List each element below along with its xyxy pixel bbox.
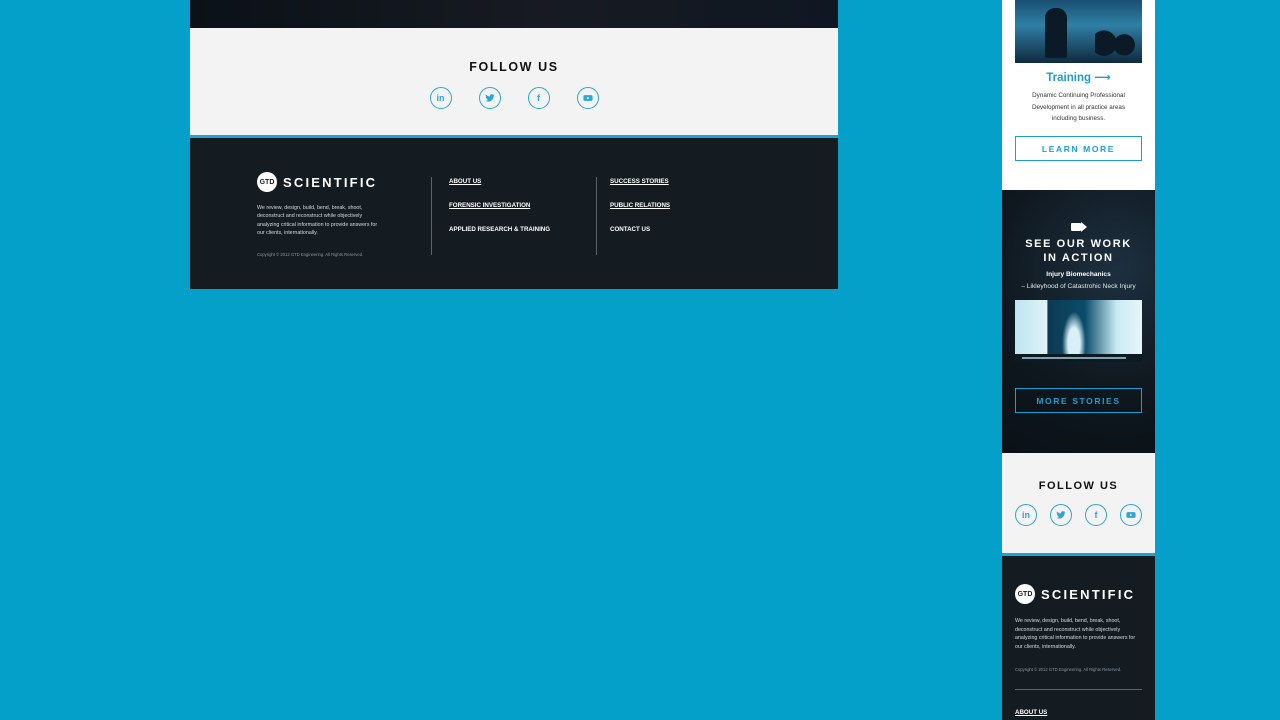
- logo-text: SCIENTIFIC: [1041, 586, 1136, 602]
- footer-link-forensic[interactable]: FORENSIC INVESTIGATION: [449, 202, 550, 209]
- more-stories-button[interactable]: MORE STORIES: [1015, 388, 1142, 413]
- training-title[interactable]: Training ⟶: [1002, 70, 1155, 84]
- divider: [1015, 689, 1142, 690]
- linkedin-icon[interactable]: in: [1015, 504, 1037, 526]
- site-footer: GTD SCIENTIFIC We review, design, build,…: [190, 138, 838, 289]
- youtube-icon[interactable]: [1120, 504, 1142, 526]
- social-icons: in f: [190, 87, 838, 109]
- training-card: Training ⟶ Dynamic Continuing Profession…: [1002, 0, 1155, 190]
- mobile-footer: GTD SCIENTIFIC We review, design, build,…: [1002, 556, 1155, 720]
- footer-link-about[interactable]: ABOUT US: [1015, 709, 1047, 716]
- linkedin-icon[interactable]: in: [429, 87, 452, 109]
- footer-link-applied-research[interactable]: APPLIED RESEARCH & TRAINING: [449, 226, 550, 233]
- footer-blurb: We review, design, build, bend, break, s…: [1015, 618, 1136, 650]
- copyright: Copyright © 2012 GTD Engineering. All Ri…: [257, 252, 364, 257]
- divider: [431, 177, 432, 255]
- footer-logo[interactable]: GTD SCIENTIFIC: [257, 172, 377, 192]
- twitter-icon[interactable]: [478, 87, 501, 109]
- video-camera-icon: [1071, 222, 1087, 232]
- footer-link-success[interactable]: SUCCESS STORIES: [610, 178, 670, 185]
- video-progress-bar[interactable]: [1015, 354, 1142, 362]
- follow-section: FOLLOW US in f: [190, 28, 838, 138]
- mobile-preview: Training ⟶ Dynamic Continuing Profession…: [1002, 0, 1155, 720]
- mobile-follow-section: FOLLOW US in f: [1002, 453, 1155, 556]
- footer-blurb: We review, design, build, bend, break, s…: [257, 205, 378, 237]
- training-image: [1015, 0, 1142, 63]
- follow-title: FOLLOW US: [469, 60, 559, 74]
- social-icons: in f: [1002, 504, 1155, 526]
- twitter-icon[interactable]: [1050, 504, 1072, 526]
- facebook-icon[interactable]: f: [1085, 504, 1107, 526]
- desktop-preview: FOLLOW US in f GTD SCIENTIFIC We review,…: [190, 0, 838, 289]
- logo-badge: GTD: [257, 172, 277, 192]
- footer-link-contact[interactable]: CONTACT US: [610, 226, 670, 233]
- video-subtitle: Injury Biomechanics: [1046, 271, 1111, 278]
- video-title: SEE OUR WORK IN ACTION: [1002, 238, 1155, 265]
- follow-title: FOLLOW US: [1038, 480, 1119, 492]
- footer-logo[interactable]: GTD SCIENTIFIC: [1015, 584, 1135, 604]
- video-player[interactable]: [1015, 300, 1142, 362]
- facebook-icon[interactable]: f: [527, 87, 550, 109]
- footer-link-about[interactable]: ABOUT US: [449, 178, 550, 185]
- video-title-line2: IN ACTION: [1043, 251, 1114, 264]
- copyright: Copyright © 2012 GTD Engineering. All Ri…: [1015, 667, 1122, 672]
- footer-links-col1: ABOUT US FORENSIC INVESTIGATION APPLIED …: [449, 178, 550, 250]
- logo-badge: GTD: [1015, 584, 1035, 604]
- hero-strip: [190, 0, 838, 28]
- training-description: Dynamic Continuing Professional Developm…: [1031, 92, 1126, 122]
- video-section: SEE OUR WORK IN ACTION Injury Biomechani…: [1002, 190, 1155, 453]
- youtube-icon[interactable]: [576, 87, 599, 109]
- footer-links-col2: SUCCESS STORIES PUBLIC RELATIONS CONTACT…: [610, 178, 670, 250]
- footer-link-pr[interactable]: PUBLIC RELATIONS: [610, 202, 670, 209]
- logo-text: SCIENTIFIC: [283, 174, 378, 190]
- learn-more-button[interactable]: LEARN MORE: [1015, 136, 1142, 161]
- video-caption: – Likleyhood of Catastrohic Neck Injury: [1021, 283, 1136, 290]
- divider: [596, 177, 597, 255]
- video-title-line1: SEE OUR WORK: [1025, 238, 1132, 250]
